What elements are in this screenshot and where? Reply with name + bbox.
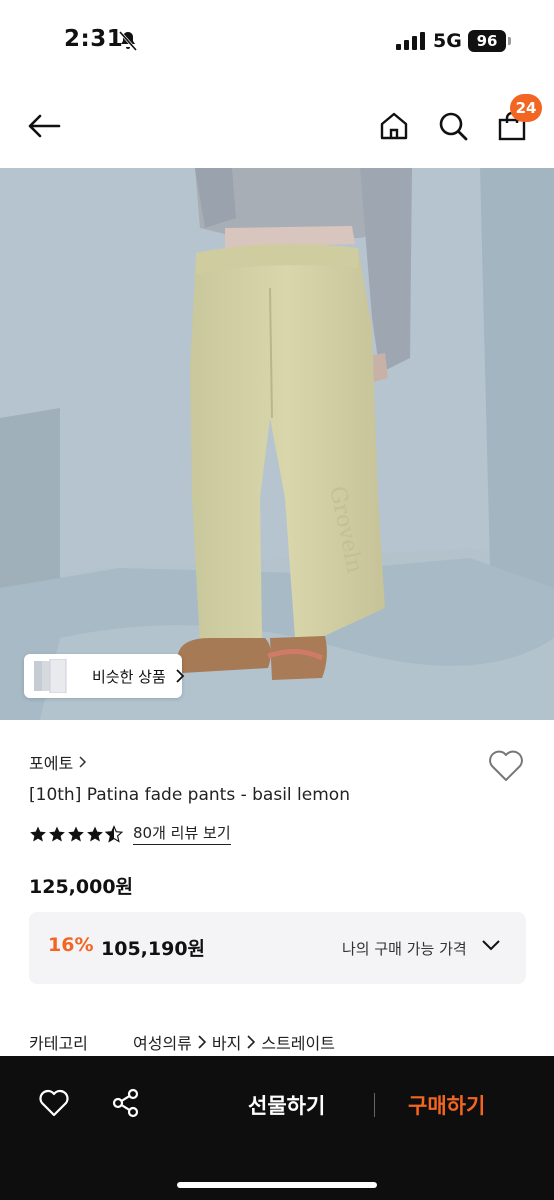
home-indicator — [177, 1182, 377, 1188]
share-button[interactable] — [110, 1087, 142, 1123]
review-link[interactable]: 80개 리뷰 보기 — [133, 822, 231, 845]
chevron-right-icon — [247, 1035, 256, 1049]
status-bar: 2:31 5G 96 — [0, 0, 554, 84]
rating-stars — [29, 824, 123, 843]
product-photo: Groveln — [0, 168, 554, 720]
wishlist-button[interactable] — [486, 746, 526, 786]
category-breadcrumb: 여성의류 바지 스트레이트 — [133, 1030, 335, 1054]
star-icon — [30, 826, 46, 841]
my-price-box[interactable]: 16% 105,190원 나의 구매 가능 가격 — [29, 912, 526, 984]
category-level-3[interactable]: 스트레이트 — [261, 1030, 335, 1054]
category-level-1[interactable]: 여성의류 — [133, 1030, 192, 1054]
similar-products-label: 비슷한 상품 — [92, 668, 166, 686]
home-icon — [380, 112, 408, 140]
status-time: 2:31 — [64, 26, 124, 52]
category-level-2[interactable]: 바지 — [212, 1030, 241, 1054]
my-price-label: 나의 구매 가능 가격 — [342, 940, 467, 958]
chevron-right-icon — [198, 1035, 207, 1049]
star-icon — [68, 826, 84, 841]
divider — [374, 1093, 375, 1117]
rating-row: 80개 리뷰 보기 — [29, 822, 231, 845]
heart-icon — [489, 750, 523, 781]
battery-tip — [508, 37, 511, 45]
product-image[interactable]: Groveln — [0, 168, 554, 720]
network-label: 5G — [433, 30, 462, 52]
chevron-right-icon — [176, 669, 184, 683]
back-button[interactable] — [24, 106, 64, 146]
similar-products-button[interactable]: 비슷한 상품 — [24, 654, 184, 698]
chevron-down-icon — [482, 940, 500, 951]
signal-icon — [396, 32, 425, 50]
brand-name: 포에토 — [29, 754, 74, 773]
discount-price: 105,190원 — [101, 938, 206, 960]
chevron-right-icon — [79, 756, 87, 768]
star-half-icon — [105, 824, 123, 843]
discount-rate: 16% — [48, 934, 94, 956]
star-icon — [49, 826, 65, 841]
category-label: 카테고리 — [29, 1034, 88, 1053]
search-icon — [439, 112, 468, 141]
bell-slash-icon — [118, 31, 138, 51]
heart-icon — [39, 1089, 69, 1117]
wishlist-bottom-button[interactable] — [38, 1087, 70, 1123]
product-title: [10th] Patina fade pants - basil lemon — [29, 785, 350, 805]
bottom-action-bar: 선물하기 구매하기 — [0, 1056, 554, 1200]
star-icon — [87, 826, 103, 841]
home-button[interactable] — [374, 106, 414, 146]
share-icon — [112, 1088, 139, 1118]
brand-link[interactable]: 포에토 — [29, 750, 87, 774]
category-row: 카테고리 여성의류 바지 스트레이트 — [29, 1030, 335, 1054]
original-price: 125,000원 — [29, 876, 134, 898]
battery-indicator: 96 — [468, 30, 506, 52]
gift-button[interactable]: 선물하기 — [248, 1090, 325, 1120]
back-arrow-icon — [28, 114, 61, 138]
top-nav — [0, 84, 554, 168]
cart-count-badge: 24 — [510, 94, 542, 122]
buy-button[interactable]: 구매하기 — [408, 1090, 485, 1120]
search-button[interactable] — [433, 106, 473, 146]
similar-thumbnails-icon — [34, 659, 67, 693]
